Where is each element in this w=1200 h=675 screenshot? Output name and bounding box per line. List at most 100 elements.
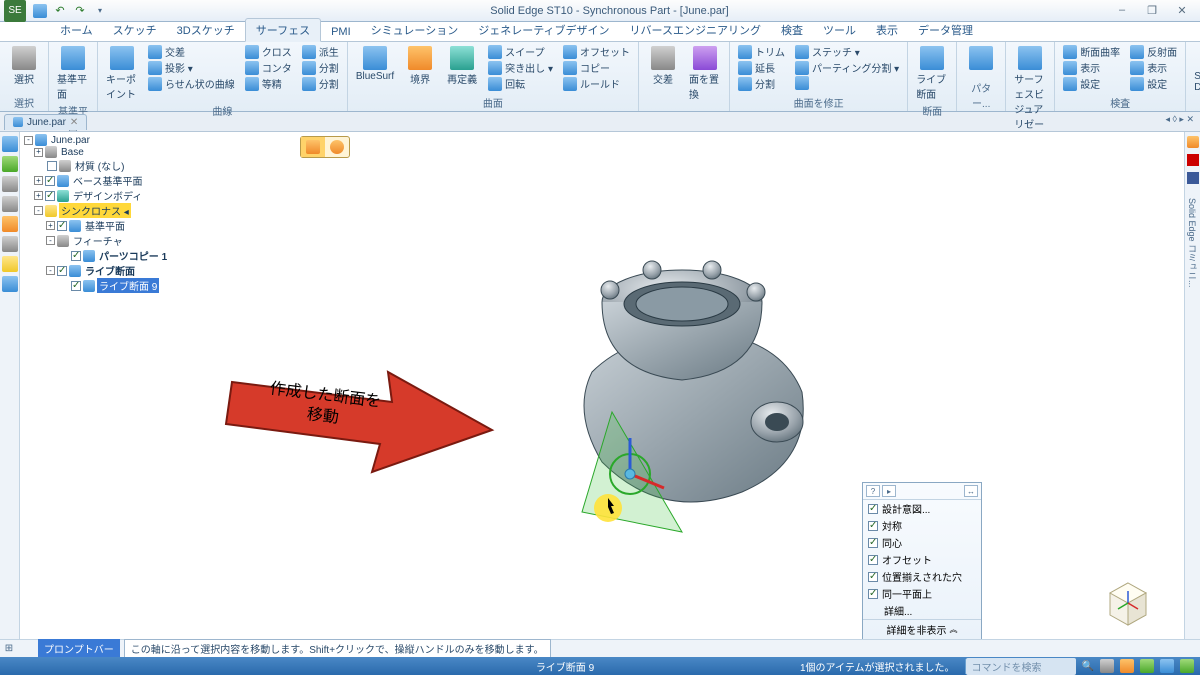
ribbon-button[interactable]: 面を置換 [687, 44, 723, 103]
ribbon-small-button[interactable]: コピー [561, 60, 632, 75]
panel-play-button[interactable]: ▸ [882, 485, 896, 497]
vt-blue-icon[interactable] [2, 276, 18, 292]
ribbon-button[interactable]: ライブ断面 [914, 44, 950, 103]
ribbon-button[interactable]: 交差 [645, 44, 681, 88]
maximize-button[interactable]: ❐ [1140, 4, 1164, 17]
view-mode-render[interactable] [301, 137, 325, 157]
qat-customize-button[interactable]: ▾ [91, 2, 109, 20]
tree-node[interactable]: -June.par [22, 134, 182, 146]
tree-checkbox[interactable] [57, 221, 67, 231]
status-icon-1[interactable] [1100, 659, 1114, 673]
ribbon-tab-8[interactable]: 検査 [771, 19, 813, 41]
ribbon-small-button[interactable]: 回転 [486, 76, 555, 91]
ribbon-small-button[interactable]: ステッチ ▾ [793, 44, 901, 59]
ribbon-tab-9[interactable]: ツール [813, 19, 866, 41]
tree-twisty[interactable]: - [34, 206, 43, 215]
tree-checkbox[interactable] [57, 266, 67, 276]
model-3d[interactable] [512, 212, 852, 542]
design-intent-collapse[interactable]: 詳細を非表示 ︽ [863, 619, 981, 639]
status-icon-2[interactable] [1120, 659, 1134, 673]
design-intent-item[interactable]: 対称 [863, 517, 981, 534]
search-icon[interactable]: 🔍 [1082, 661, 1094, 672]
ribbon-small-button[interactable]: 表示 [1128, 60, 1179, 75]
vt-misc-icon[interactable] [2, 256, 18, 272]
ribbon-tab-3[interactable]: サーフェス [245, 18, 321, 42]
panel-expand-button[interactable]: ↔ [964, 485, 978, 497]
qat-redo-button[interactable]: ↷ [71, 2, 89, 20]
rstrip-facebook-icon[interactable] [1187, 172, 1199, 184]
tree-checkbox[interactable] [71, 281, 81, 291]
application-menu-button[interactable]: SE [4, 0, 26, 22]
design-intent-checkbox[interactable] [868, 538, 878, 548]
tree-node[interactable]: +デザインボディ [22, 188, 182, 203]
design-intent-checkbox[interactable] [868, 555, 878, 565]
tree-twisty[interactable]: - [46, 236, 55, 245]
ribbon-small-button[interactable]: 設定 [1128, 76, 1179, 91]
tree-checkbox[interactable] [71, 251, 81, 261]
minimize-button[interactable]: – [1110, 4, 1134, 17]
ribbon-small-button[interactable]: 分割 [736, 76, 787, 91]
vt-view-icon[interactable] [2, 236, 18, 252]
ribbon-tab-5[interactable]: シミュレーション [361, 19, 469, 41]
tree-twisty[interactable]: - [24, 136, 33, 145]
rstrip-record-icon[interactable] [1187, 136, 1199, 148]
design-intent-checkbox[interactable] [868, 572, 878, 582]
ribbon-small-button[interactable]: スイープ [486, 44, 555, 59]
ribbon-small-button[interactable]: 等精 [243, 76, 294, 91]
ribbon-small-button[interactable]: クロス [243, 44, 294, 59]
tree-node[interactable]: +Base [22, 146, 182, 158]
ribbon-small-button[interactable]: 表示 [1061, 60, 1122, 75]
status-zoom-fit-icon[interactable] [1140, 659, 1154, 673]
ribbon-small-button[interactable]: 派生 [300, 44, 341, 59]
design-intent-item[interactable]: 設計意図... [863, 500, 981, 517]
tree-twisty[interactable]: + [46, 221, 55, 230]
ribbon-small-button[interactable]: 分割 [300, 60, 341, 75]
ribbon-button[interactable]: BlueSurf [354, 44, 396, 84]
tree-node[interactable]: -シンクロナス ◂ [22, 203, 182, 218]
view-cube[interactable] [1102, 577, 1154, 629]
status-icon-4[interactable] [1160, 659, 1174, 673]
ribbon-tab-10[interactable]: 表示 [866, 19, 908, 41]
vt-library-icon[interactable] [2, 216, 18, 232]
document-tab[interactable]: June.par ✕ [4, 114, 87, 130]
ribbon-tab-0[interactable]: ホーム [50, 19, 103, 41]
ribbon-button[interactable]: 基準平面 [55, 44, 91, 103]
panel-help-button[interactable]: ? [866, 485, 880, 497]
qat-undo-button[interactable]: ↶ [51, 2, 69, 20]
tree-checkbox[interactable] [45, 176, 55, 186]
ribbon-tab-11[interactable]: データ管理 [908, 19, 983, 41]
design-intent-item[interactable]: 位置揃えされた穴 [863, 568, 981, 585]
design-intent-item[interactable]: 同一平面上 [863, 585, 981, 602]
design-intent-checkbox[interactable] [868, 521, 878, 531]
ribbon-small-button[interactable]: オフセット [561, 44, 632, 59]
design-intent-item[interactable]: オフセット [863, 551, 981, 568]
ribbon-small-button[interactable]: 断面曲率 [1061, 44, 1122, 59]
close-button[interactable]: ✕ [1170, 4, 1194, 17]
ribbon-tab-2[interactable]: 3Dスケッチ [167, 19, 245, 41]
tree-twisty[interactable]: + [34, 148, 43, 157]
qat-save-button[interactable] [31, 2, 49, 20]
ribbon-tab-4[interactable]: PMI [321, 23, 361, 41]
tree-checkbox[interactable] [45, 191, 55, 201]
rstrip-label[interactable]: Solid Edge コミュニ... [1186, 198, 1199, 288]
ribbon-small-button[interactable]: 突き出し ▾ [486, 60, 555, 75]
vt-flag-icon[interactable] [2, 196, 18, 212]
ribbon-button[interactable]: 境界 [402, 44, 438, 88]
vt-tree-icon[interactable] [2, 156, 18, 172]
tree-node[interactable]: -ライブ断面 [22, 263, 182, 278]
ribbon-small-button[interactable]: ルールド [561, 76, 632, 91]
ribbon-small-button[interactable]: 交差 [146, 44, 237, 59]
tree-node[interactable]: パーツコピー 1 [22, 248, 182, 263]
ribbon-small-button[interactable]: 延長 [736, 60, 787, 75]
tree-node[interactable]: +基準平面 [22, 218, 182, 233]
ribbon-tab-6[interactable]: ジェネレーティブデザイン [468, 19, 619, 41]
ribbon-small-button[interactable] [793, 76, 901, 90]
design-intent-checkbox[interactable] [868, 504, 878, 514]
tree-twisty[interactable]: - [46, 266, 55, 275]
tree-twisty[interactable]: + [34, 191, 43, 200]
ribbon-small-button[interactable]: 設定 [1061, 76, 1122, 91]
tree-node[interactable]: +ベース基準平面 [22, 173, 182, 188]
ribbon-small-button[interactable]: らせん状の曲線 [146, 76, 237, 91]
ribbon-small-button[interactable]: 投影 ▾ [146, 60, 237, 75]
design-intent-item[interactable]: 詳細... [863, 602, 981, 619]
